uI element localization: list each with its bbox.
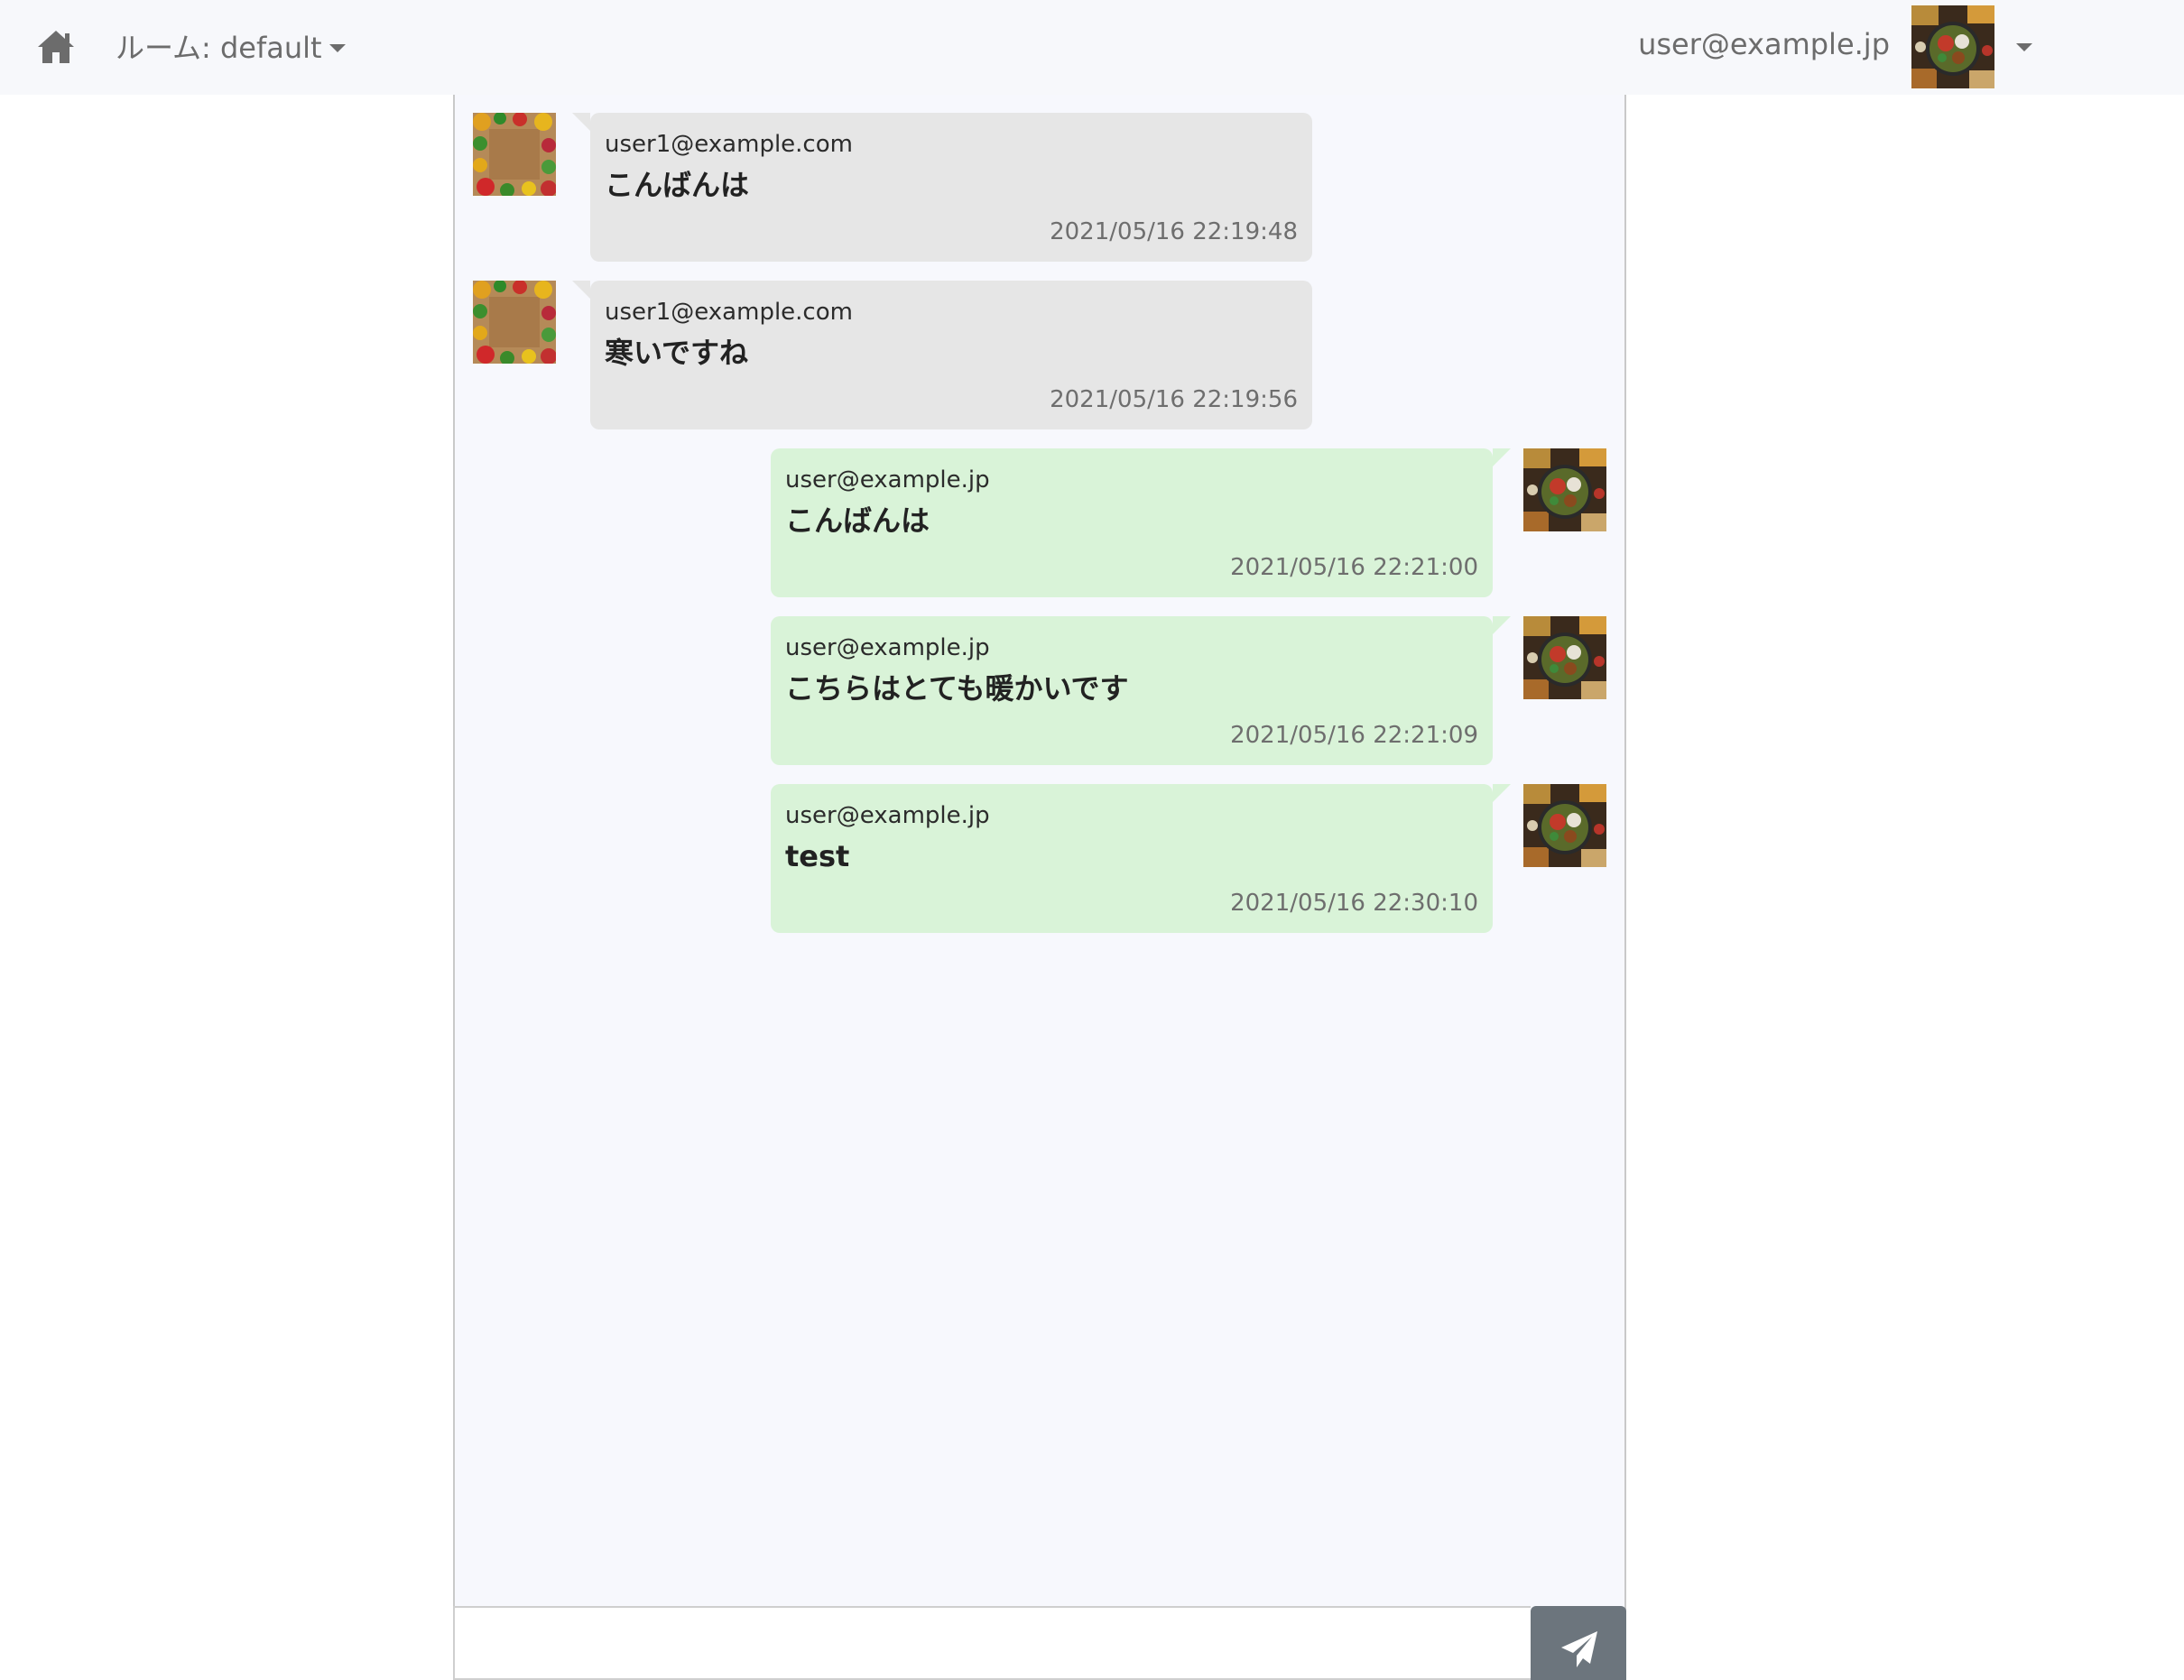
- food-bowl-avatar-image: [1911, 5, 1994, 88]
- message-bubble: user1@example.com こんばんは 2021/05/16 22:19:4…: [572, 113, 1312, 262]
- message-sender: user1@example.com: [605, 131, 853, 158]
- message-input[interactable]: [453, 1606, 1531, 1680]
- message-bubble: user@example.jp test 2021/05/16 22:30:10: [771, 784, 1511, 933]
- message-bubble: user@example.jp こちらはとても暖かいです 2021/05/16 22…: [771, 616, 1511, 765]
- message-bubble: user1@example.com 寒いですね 2021/05/16 22:19:5…: [572, 281, 1312, 429]
- message-text: こんばんは: [605, 168, 750, 202]
- caret-down-icon: [329, 43, 346, 52]
- message-sender: user@example.jp: [785, 466, 990, 494]
- message-text: test: [785, 839, 850, 873]
- home-icon[interactable]: [36, 29, 76, 65]
- food-bowl-avatar-image: [1523, 616, 1606, 699]
- food-bowl-avatar-image: [1523, 448, 1606, 531]
- message-row: user1@example.com こんばんは 2021/05/16 22:19:4…: [455, 113, 1624, 281]
- send-button[interactable]: [1531, 1606, 1626, 1680]
- message-timestamp: 2021/05/16 22:19:56: [1050, 386, 1298, 413]
- user-email: user@example.jp: [1638, 27, 1890, 61]
- user-avatar[interactable]: [1911, 5, 1994, 88]
- message-timestamp: 2021/05/16 22:21:00: [1230, 554, 1478, 581]
- food-bowl-avatar: [1523, 784, 1606, 867]
- message-text: 寒いですね: [605, 336, 749, 370]
- room-dropdown[interactable]: ルーム: default: [116, 23, 346, 69]
- message-row: user@example.jp test 2021/05/16 22:30:10: [455, 784, 1624, 952]
- room-label: ルーム: default: [116, 31, 322, 65]
- message-row: user1@example.com 寒いですね 2021/05/16 22:19:5…: [455, 281, 1624, 448]
- vegetables-frame-avatar-image: [473, 281, 556, 364]
- food-bowl-avatar-image: [1523, 784, 1606, 867]
- message-row: user@example.jp こんばんは 2021/05/16 22:21:00: [455, 448, 1624, 616]
- message-list[interactable]: user1@example.com こんばんは 2021/05/16 22:19:4…: [455, 113, 1624, 952]
- message-sender: user1@example.com: [605, 299, 853, 326]
- message-timestamp: 2021/05/16 22:21:09: [1230, 722, 1478, 749]
- message-bubble: user@example.jp こんばんは 2021/05/16 22:21:00: [771, 448, 1511, 597]
- vegetables-frame-avatar-image: [473, 113, 556, 196]
- paper-plane-icon: [1561, 1631, 1597, 1667]
- message-timestamp: 2021/05/16 22:19:48: [1050, 218, 1298, 245]
- message-row: user@example.jp こちらはとても暖かいです 2021/05/16 22…: [455, 616, 1624, 784]
- message-text: こんばんは: [785, 503, 930, 538]
- message-composer: [453, 1606, 1626, 1680]
- navbar: ルーム: default user@example.jp: [0, 0, 2184, 95]
- message-sender: user@example.jp: [785, 802, 990, 829]
- vegetables-frame-avatar: [473, 281, 556, 364]
- message-text: こちらはとても暖かいです: [785, 671, 1129, 706]
- user-menu-toggle[interactable]: [2009, 38, 2032, 55]
- chat-panel: user1@example.com こんばんは 2021/05/16 22:19:4…: [453, 95, 1626, 1680]
- message-timestamp: 2021/05/16 22:30:10: [1230, 890, 1478, 917]
- food-bowl-avatar: [1523, 448, 1606, 531]
- message-sender: user@example.jp: [785, 634, 990, 661]
- food-bowl-avatar: [1523, 616, 1606, 699]
- caret-down-icon: [2016, 43, 2032, 51]
- vegetables-frame-avatar: [473, 113, 556, 196]
